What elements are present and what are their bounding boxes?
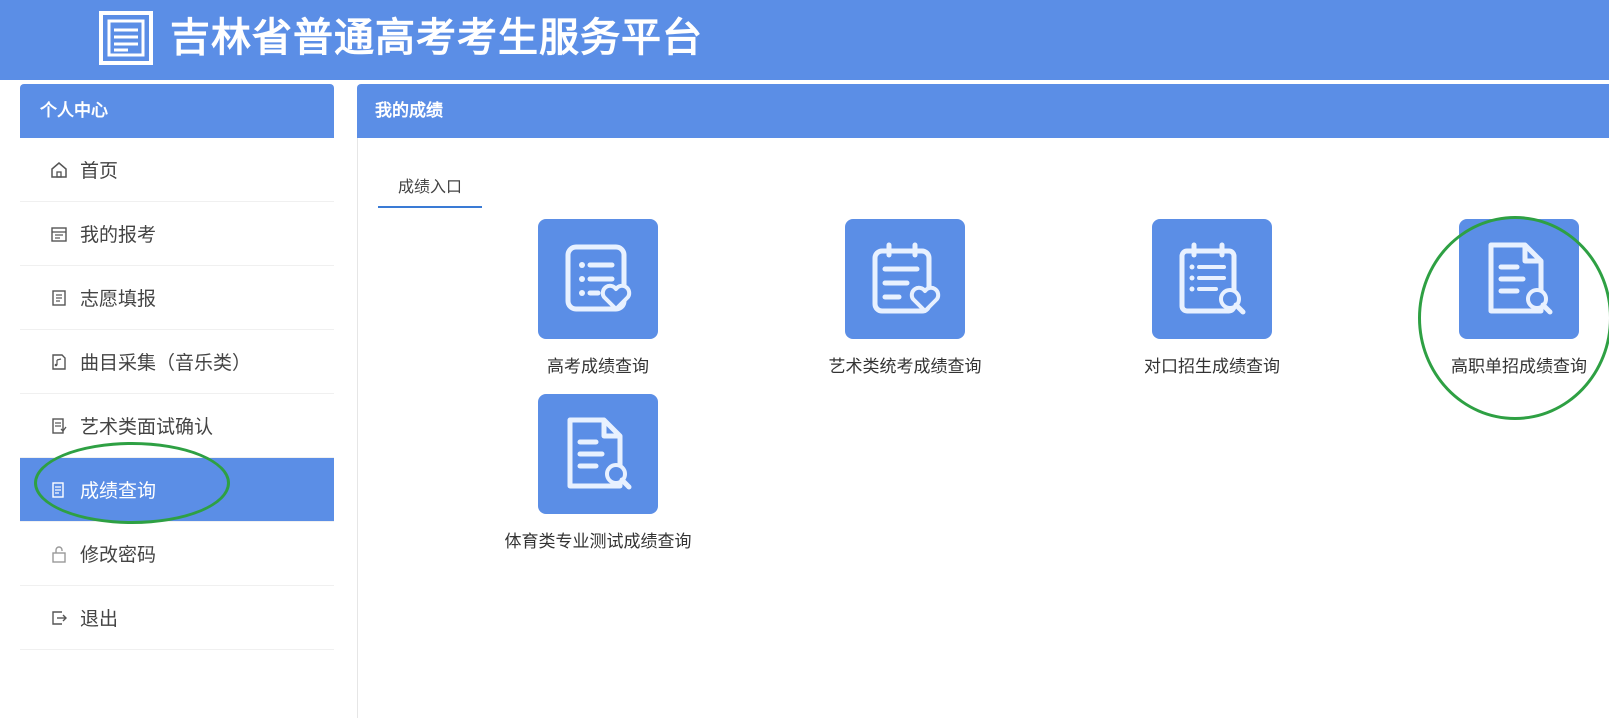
sidebar-item-art-interview[interactable]: 艺术类面试确认 bbox=[20, 394, 334, 458]
sidebar-item-label: 首页 bbox=[80, 160, 119, 182]
header-divider bbox=[0, 80, 1609, 83]
confirm-doc-icon bbox=[50, 417, 68, 435]
sports-test-score-label[interactable]: 体育类专业测试成绩查询 bbox=[478, 527, 718, 552]
sidebar-item-music-collection[interactable]: 曲目采集（音乐类） bbox=[20, 330, 334, 394]
document-search-icon bbox=[567, 417, 632, 490]
sidebar-item-label: 成绩查询 bbox=[80, 480, 157, 502]
art-exam-score-label[interactable]: 艺术类统考成绩查询 bbox=[785, 352, 1025, 377]
home-icon bbox=[50, 161, 68, 179]
logout-icon bbox=[50, 609, 68, 627]
sidebar-item-label: 艺术类面试确认 bbox=[80, 416, 214, 438]
art-exam-score-tile[interactable] bbox=[845, 219, 965, 339]
sidebar-item-home[interactable]: 首页 bbox=[20, 138, 334, 202]
clipboard-search-icon bbox=[1179, 242, 1246, 315]
sidebar-item-change-password[interactable]: 修改密码 bbox=[20, 522, 334, 586]
panel-title: 我的成绩 bbox=[357, 84, 1609, 138]
calendar-icon bbox=[50, 225, 68, 243]
panel-border bbox=[357, 138, 358, 718]
sports-test-score-tile[interactable] bbox=[538, 394, 658, 514]
gaokao-score-label[interactable]: 高考成绩查询 bbox=[478, 352, 718, 377]
sidebar-item-label: 曲目采集（音乐类） bbox=[80, 352, 252, 374]
document-logo-icon bbox=[99, 11, 153, 65]
vocational-enrollment-score-tile[interactable] bbox=[1152, 219, 1272, 339]
form-icon bbox=[50, 289, 68, 307]
gaokao-score-tile[interactable] bbox=[538, 219, 658, 339]
higher-vocational-score-label[interactable]: 高职单招成绩查询 bbox=[1399, 352, 1609, 377]
sidebar-item-label: 退出 bbox=[80, 608, 119, 630]
list-heart-icon bbox=[565, 244, 632, 312]
vocational-enrollment-score-label[interactable]: 对口招生成绩查询 bbox=[1092, 352, 1332, 377]
site-title: 吉林省普通高考考生服务平台 bbox=[170, 15, 703, 61]
sidebar-item-label: 志愿填报 bbox=[80, 288, 157, 310]
document-search-icon bbox=[1488, 242, 1553, 315]
sidebar-item-label: 我的报考 bbox=[80, 224, 157, 246]
sidebar-item-my-registration[interactable]: 我的报考 bbox=[20, 202, 334, 266]
sidebar: 个人中心 首页 我的报考 志愿填报 曲目采集（音乐类） 艺术类面试确认 成绩查询… bbox=[20, 84, 334, 650]
sidebar-title: 个人中心 bbox=[20, 84, 334, 138]
lock-icon bbox=[50, 545, 68, 563]
sidebar-menu: 首页 我的报考 志愿填报 曲目采集（音乐类） 艺术类面试确认 成绩查询 修改密码… bbox=[20, 138, 334, 650]
music-file-icon bbox=[50, 353, 68, 371]
score-doc-icon bbox=[50, 481, 68, 499]
sidebar-item-label: 修改密码 bbox=[80, 544, 157, 566]
clipboard-heart-icon bbox=[872, 242, 941, 314]
sidebar-item-score-query[interactable]: 成绩查询 bbox=[20, 458, 334, 522]
sidebar-item-logout[interactable]: 退出 bbox=[20, 586, 334, 650]
higher-vocational-score-tile[interactable] bbox=[1459, 219, 1579, 339]
sidebar-item-volunteer[interactable]: 志愿填报 bbox=[20, 266, 334, 330]
top-header: 吉林省普通高考考生服务平台 bbox=[0, 0, 1609, 80]
tab-score-entry[interactable]: 成绩入口 bbox=[378, 170, 482, 208]
